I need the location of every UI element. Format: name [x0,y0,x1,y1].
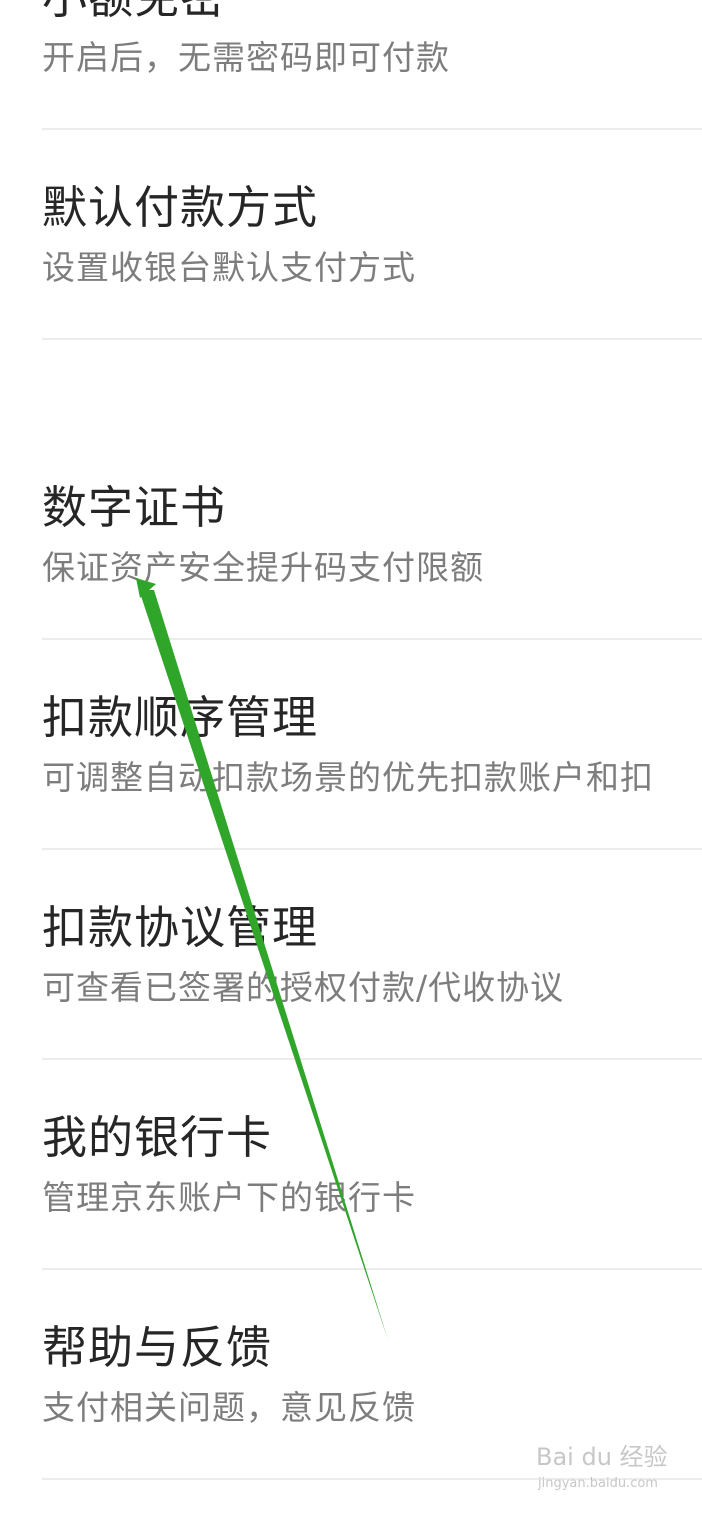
settings-item-title: 小额免密 [42,0,226,28]
settings-item-digital-certificate[interactable]: 数字证书 保证资产安全提升码支付限额 [0,430,702,640]
settings-item-title: 默认付款方式 [42,181,319,234]
divider [42,338,702,340]
settings-item-title: 帮助与反馈 [42,1321,273,1374]
settings-item-title: 扣款协议管理 [42,901,319,954]
settings-item-deduction-order-management[interactable]: 扣款顺序管理 可调整自动扣款场景的优先扣款账户和扣 [0,640,702,850]
settings-item-title: 数字证书 [42,481,227,534]
settings-item-subtitle: 可查看已签署的授权付款/代收协议 [42,968,565,1007]
settings-item-title: 我的银行卡 [42,1111,273,1164]
settings-item-subtitle: 支付相关问题，意见反馈 [42,1388,416,1427]
watermark-url: jingyan.baidu.com [538,1476,658,1491]
settings-item-subtitle: 可调整自动扣款场景的优先扣款账户和扣 [42,758,654,797]
settings-item-subtitle: 保证资产安全提升码支付限额 [42,548,484,587]
settings-list: 小额免密 开启后，无需密码即可付款 默认付款方式 设置收银台默认支付方式 数字证… [0,0,702,1519]
settings-item-my-bank-cards[interactable]: 我的银行卡 管理京东账户下的银行卡 [0,1060,702,1270]
watermark-text: Bai du 经验 [536,1443,668,1471]
settings-item-subtitle: 管理京东账户下的银行卡 [42,1178,416,1217]
settings-item-subtitle: 设置收银台默认支付方式 [42,248,416,287]
settings-item-deduction-agreement-management[interactable]: 扣款协议管理 可查看已签署的授权付款/代收协议 [0,850,702,1060]
watermark: Bai du 经验 jingyan.baidu.com [536,1442,686,1504]
settings-item-title: 扣款顺序管理 [42,691,319,744]
settings-item-subtitle: 开启后，无需密码即可付款 [42,38,450,77]
settings-item-small-amount-password-free[interactable]: 小额免密 开启后，无需密码即可付款 [0,0,702,130]
settings-item-default-payment-method[interactable]: 默认付款方式 设置收银台默认支付方式 [0,130,702,340]
